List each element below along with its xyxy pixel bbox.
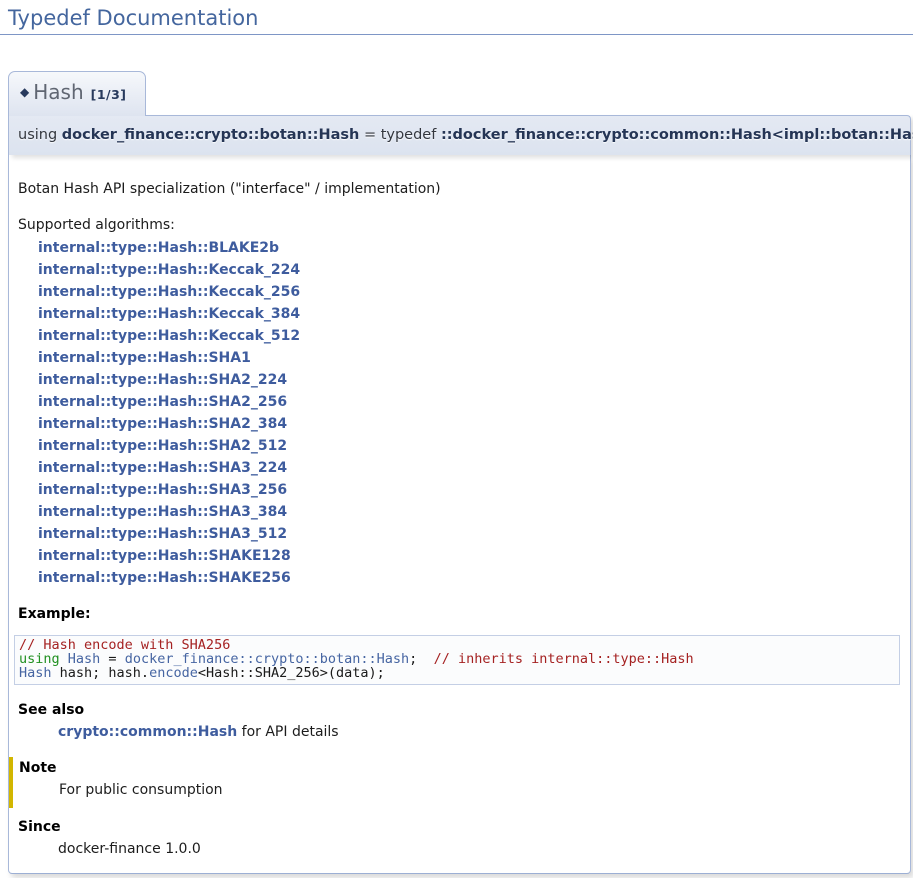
algorithm-link[interactable]: internal::type::Hash::SHA2_256	[38, 391, 900, 413]
proto-equals-typedef: = typedef	[359, 127, 441, 143]
algorithm-link[interactable]: internal::type::Hash::BLAKE2b	[38, 237, 900, 259]
algorithm-link[interactable]: internal::type::Hash::Keccak_224	[38, 259, 900, 281]
algorithm-link[interactable]: internal::type::Hash::Keccak_256	[38, 281, 900, 303]
typedef-member-hash: ◆Hash[1/3] using docker_finance::crypto:…	[8, 71, 911, 874]
algorithm-link[interactable]: internal::type::Hash::SHA2_512	[38, 435, 900, 457]
see-also-content: crypto::common::Hash for API details	[58, 723, 900, 742]
member-description: Botan Hash API specialization ("interfac…	[18, 180, 900, 199]
member-documentation: Botan Hash API specialization ("interfac…	[8, 155, 911, 874]
note-section: Note For public consumption	[9, 757, 900, 808]
algorithm-link[interactable]: internal::type::Hash::SHAKE128	[38, 545, 900, 567]
note-label: Note	[19, 759, 900, 778]
algorithm-list: internal::type::Hash::BLAKE2b internal::…	[38, 237, 900, 589]
code-line: using Hash = docker_finance::crypto::bot…	[19, 652, 895, 666]
code-line: // Hash encode with SHA256	[19, 638, 895, 652]
member-tab-title: Hash	[33, 80, 83, 104]
member-prototype: using docker_finance::crypto::botan::Has…	[8, 115, 911, 155]
code-example: // Hash encode with SHA256 using Hash = …	[14, 635, 900, 685]
since-text: docker-finance 1.0.0	[58, 840, 900, 859]
member-overload-index: [1/3]	[91, 87, 127, 102]
section-heading: Typedef Documentation	[0, 5, 913, 35]
see-also-link[interactable]: crypto::common::Hash	[58, 724, 237, 740]
algorithms-label: Supported algorithms:	[18, 216, 900, 235]
code-text: hash; hash.	[52, 665, 150, 681]
algorithm-link[interactable]: internal::type::Hash::Keccak_384	[38, 303, 900, 325]
code-text: ;	[409, 651, 433, 667]
proto-typedef-name: docker_finance::crypto::botan::Hash	[62, 127, 360, 143]
see-also-section: See also crypto::common::Hash for API de…	[18, 701, 900, 742]
note-text: For public consumption	[59, 781, 900, 800]
algorithm-link[interactable]: internal::type::Hash::SHA2_384	[38, 413, 900, 435]
code-comment: // inherits internal::type::Hash	[434, 651, 694, 667]
algorithm-link[interactable]: internal::type::Hash::SHA1	[38, 347, 900, 369]
see-also-text: for API details	[237, 724, 338, 740]
since-label: Since	[18, 818, 900, 837]
member-tab: ◆ Hash [1/3]	[8, 71, 146, 116]
example-section: Example:	[18, 605, 900, 624]
algorithm-link[interactable]: internal::type::Hash::SHA3_256	[38, 479, 900, 501]
example-label: Example:	[18, 605, 900, 624]
proto-target-type: ::docker_finance::crypto::common::Hash<i…	[441, 127, 913, 143]
algorithm-link[interactable]: internal::type::Hash::SHA3_384	[38, 501, 900, 523]
code-link-encode[interactable]: encode	[149, 665, 198, 681]
algorithm-link[interactable]: internal::type::Hash::Keccak_512	[38, 325, 900, 347]
code-text: <Hash::SHA2_256>(data);	[198, 665, 385, 681]
code-line: Hash hash; hash.encode<Hash::SHA2_256>(d…	[19, 666, 895, 680]
typedef-documentation-page: Typedef Documentation ◆ Hash [1/3] using d…	[0, 5, 913, 874]
code-link-hash[interactable]: Hash	[19, 665, 52, 681]
algorithm-link[interactable]: internal::type::Hash::SHAKE256	[38, 567, 900, 589]
since-section: Since docker-finance 1.0.0	[18, 818, 900, 859]
algorithm-link[interactable]: internal::type::Hash::SHA3_512	[38, 523, 900, 545]
proto-using-keyword: using	[18, 127, 62, 143]
see-also-label: See also	[18, 701, 900, 720]
algorithm-link[interactable]: internal::type::Hash::SHA3_224	[38, 457, 900, 479]
permalink-diamond-icon[interactable]: ◆	[20, 85, 29, 99]
algorithm-link[interactable]: internal::type::Hash::SHA2_224	[38, 369, 900, 391]
